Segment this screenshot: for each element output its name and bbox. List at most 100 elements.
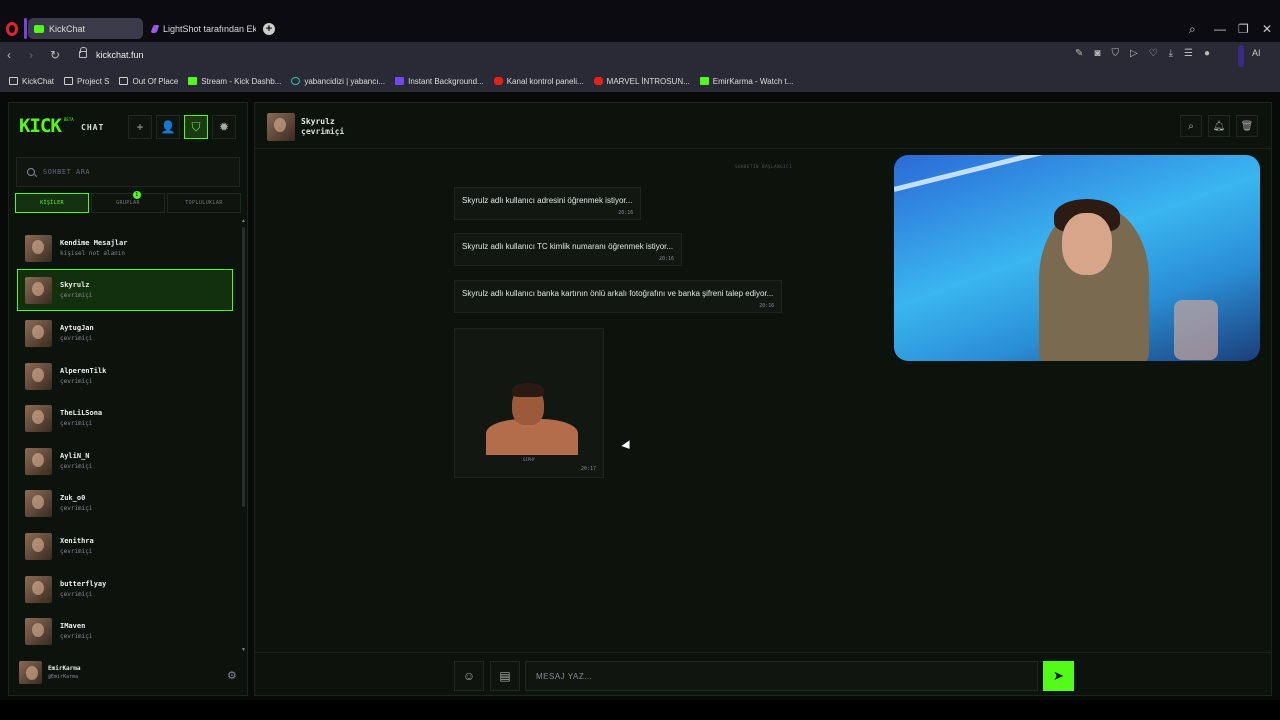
- tab-groups[interactable]: GRUPLAR 1: [91, 191, 165, 213]
- tab-contacts[interactable]: KİŞİLER: [15, 193, 89, 213]
- contact-name: TheLiLSona: [60, 409, 103, 417]
- menu-icon[interactable]: ☰: [1184, 48, 1193, 59]
- beta-label: BETA: [64, 117, 74, 122]
- send-icon: ➤: [1053, 668, 1064, 683]
- scroll-up-icon[interactable]: ▲: [241, 218, 246, 224]
- tab-lightshot[interactable]: LightShot tarafından Ekran: [146, 18, 256, 39]
- privacy-shield-button[interactable]: ⛉: [184, 115, 208, 139]
- tab-search-icon[interactable]: ⌕: [1189, 22, 1196, 37]
- new-chat-button[interactable]: +: [128, 115, 152, 139]
- message-bubble: Skyrulz adlı kullanıcı adresini öğrenmek…: [454, 187, 642, 220]
- new-tab-plus-icon[interactable]: +: [263, 23, 275, 35]
- search-input[interactable]: SOHBET ARA: [16, 157, 240, 187]
- opera-logo-icon[interactable]: [6, 22, 18, 36]
- scroll-down-icon[interactable]: ▼: [241, 647, 246, 653]
- shield-icon[interactable]: ⛉: [1111, 48, 1119, 59]
- address-bar-tools: ✎ ◙ ⛉ ▷ ♡ ⤓ ☰ ●: [1075, 48, 1210, 59]
- download-icon[interactable]: ⤓: [1169, 48, 1173, 59]
- contact-status: çevrimiçi: [60, 292, 93, 299]
- avatar: [25, 362, 52, 390]
- gif-message[interactable]: GIPHY 20:17: [454, 328, 604, 478]
- contact-item[interactable]: AlperenTilk çevrimiçi: [17, 355, 233, 397]
- contact-name: Kendime Mesajlar: [60, 239, 128, 247]
- emoji-icon[interactable]: ☺: [454, 661, 484, 691]
- search-messages-button[interactable]: ⌕: [1180, 115, 1202, 137]
- bookmark-item[interactable]: Out Of Place: [119, 77, 178, 86]
- message-text: Skyrulz adlı kullanıcı TC kimlik numaran…: [462, 242, 674, 251]
- gif-figure-hair: [512, 383, 544, 397]
- webcam-overlay: [894, 155, 1260, 361]
- play-icon[interactable]: ▷: [1130, 48, 1138, 59]
- bookmark-item[interactable]: Project S: [64, 77, 109, 86]
- forward-icon[interactable]: ›: [29, 48, 33, 62]
- bookmark-item[interactable]: EmirKarma - Watch t...: [699, 77, 793, 86]
- tab-label: LightShot tarafından Ekran: [163, 23, 256, 34]
- minimize-icon[interactable]: —: [1214, 22, 1226, 36]
- trash-icon[interactable]: 🗑︎: [1236, 115, 1258, 137]
- contact-scrollbar[interactable]: ▲ ▼: [241, 218, 246, 653]
- aria-ai-button[interactable]: AI: [1252, 48, 1261, 58]
- gear-icon[interactable]: ⚙: [227, 669, 237, 682]
- contact-item[interactable]: Zuk_o0 çevrimiçi: [17, 482, 233, 524]
- contact-item[interactable]: Kendime Mesajlar kişisel not alanın: [17, 227, 233, 269]
- profile-icon[interactable]: ●: [1204, 48, 1210, 59]
- kick-icon: [188, 77, 198, 85]
- tab-communities[interactable]: TOPLULUKLAR: [167, 193, 241, 213]
- bell-icon[interactable]: 🔔︎: [1208, 115, 1230, 137]
- message-input[interactable]: MESAJ YAZ...: [525, 661, 1038, 691]
- contact-item[interactable]: AytugJan çevrimiçi: [17, 312, 233, 354]
- notification-badge: 1: [133, 191, 141, 199]
- kick-logo: KICK: [19, 115, 62, 137]
- send-button[interactable]: ➤: [1043, 661, 1074, 691]
- lock-icon: [79, 47, 87, 58]
- folder-icon: [9, 77, 18, 85]
- contact-item[interactable]: Skyrulz çevrimiçi: [17, 269, 233, 311]
- contact-name: AytugJan: [60, 324, 94, 332]
- tab-kickchat[interactable]: KickChat: [28, 18, 143, 39]
- contact-item[interactable]: AyliN_N çevrimiçi: [17, 440, 233, 482]
- bookmark-item[interactable]: Kanal kontrol paneli...: [493, 77, 584, 86]
- microphone: [1174, 300, 1218, 360]
- bookmark-label: Out Of Place: [132, 76, 179, 86]
- youtube-icon: [593, 77, 603, 85]
- bookmark-item[interactable]: KickChat: [9, 77, 54, 86]
- contact-item[interactable]: IMaven çevrimiçi: [17, 610, 233, 647]
- contact-item[interactable]: TheLiLSona çevrimiçi: [17, 397, 233, 439]
- avatar: [25, 575, 52, 603]
- contact-status: çevrimiçi: [60, 633, 93, 640]
- back-icon[interactable]: ‹: [7, 48, 11, 62]
- scroll-thumb[interactable]: [242, 227, 245, 507]
- message-placeholder: MESAJ YAZ...: [536, 671, 593, 681]
- heart-icon[interactable]: ♡: [1149, 48, 1158, 59]
- avatar: [25, 489, 52, 517]
- close-window-icon[interactable]: ✕: [1262, 22, 1272, 36]
- current-user[interactable]: EmirKarma @EmirKarma: [19, 661, 81, 684]
- settings-sun-button[interactable]: ✹: [212, 115, 236, 139]
- bookmark-item[interactable]: Instant Background...: [395, 77, 484, 86]
- camera-icon[interactable]: ◙: [1094, 48, 1100, 59]
- maximize-icon[interactable]: ❐: [1238, 22, 1249, 36]
- contact-item[interactable]: Xenithra çevrimiçi: [17, 525, 233, 567]
- url-field[interactable]: kickchat.fun: [96, 50, 144, 60]
- bookmark-item[interactable]: Stream - Kick Dashb...: [188, 77, 281, 86]
- contact-name: butterflyay: [60, 580, 107, 588]
- reload-icon[interactable]: ↻: [50, 48, 60, 62]
- edit-icon[interactable]: ✎: [1075, 48, 1083, 59]
- chat-label: CHAT: [81, 123, 105, 132]
- avatar: [25, 276, 52, 304]
- message-bubble: Skyrulz adlı kullanıcı banka kartının ön…: [454, 280, 783, 313]
- folder-icon: [64, 77, 74, 85]
- user-name: EmirKarma: [48, 665, 81, 672]
- search-icon: [27, 168, 35, 176]
- bookmark-item[interactable]: MARVEL İNTROSUN...: [593, 77, 690, 86]
- youtube-icon: [493, 77, 503, 85]
- contact-status: kişisel not alanın: [60, 250, 126, 257]
- add-friend-button[interactable]: 👤: [156, 115, 180, 139]
- contact-item[interactable]: butterflyay çevrimiçi: [17, 568, 233, 610]
- giphy-label: GIPHY: [523, 457, 536, 462]
- attach-file-icon[interactable]: ▤: [490, 661, 520, 691]
- avatar[interactable]: [267, 113, 295, 141]
- bookmark-item[interactable]: yabancidizi | yabancı...: [291, 77, 385, 86]
- avatar: [25, 532, 52, 560]
- search-placeholder: SOHBET ARA: [43, 168, 91, 176]
